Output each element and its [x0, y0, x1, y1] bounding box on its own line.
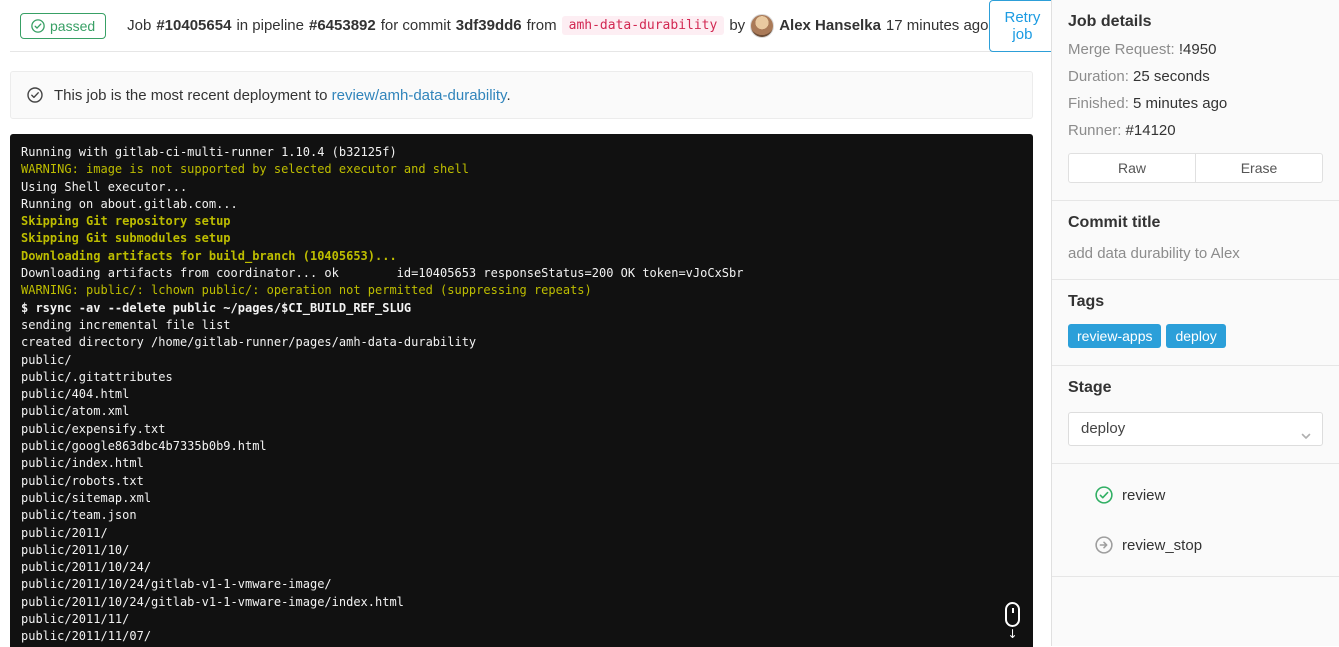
deployment-notice-text: This job is the most recent deployment t… — [54, 86, 511, 104]
status-success-icon — [1095, 486, 1113, 504]
log-line: Skipping Git submodules setup — [21, 231, 231, 246]
log-line: public/2011/10/24/gitlab-v1-1-vmware-ima… — [21, 577, 332, 592]
log-line: public/2011/11/ — [21, 612, 130, 627]
scroll-mouse-icon — [1005, 602, 1020, 627]
status-manual-icon — [1095, 536, 1113, 554]
status-badge[interactable]: passed — [20, 12, 107, 39]
log-line: public/2011/10/24/gitlab-v1-1-vmware-ima… — [21, 594, 404, 609]
stage-job-name: review_stop — [1122, 536, 1203, 554]
log-actions: Raw Erase — [1068, 153, 1323, 183]
log-line: $ rsync -av --delete public ~/pages/$CI_… — [21, 300, 412, 315]
log-line: public/404.html — [21, 387, 130, 402]
in-pipeline-words: in pipeline — [236, 17, 304, 34]
job-log-container: Running with gitlab-ci-multi-runner 1.10… — [10, 134, 1033, 647]
time-ago: 17 minutes ago — [885, 17, 989, 34]
arrow-down-icon: ↓ — [1007, 627, 1018, 641]
job-log: Running with gitlab-ci-multi-runner 1.10… — [10, 134, 1033, 647]
status-badge-label: passed — [50, 17, 96, 34]
log-line: WARNING: image is not supported by selec… — [21, 162, 469, 177]
from-word: from — [526, 17, 557, 34]
stage-dropdown-value: deploy — [1081, 420, 1126, 437]
log-line: public/2011/11/07/ — [21, 629, 152, 644]
job-detail-row: Merge Request: !4950 — [1068, 41, 1217, 58]
job-detail-row: Runner: #14120 — [1068, 122, 1176, 139]
log-line: public/2011/10/ — [21, 542, 130, 557]
commit-title-text: add data durability to Alex — [1068, 245, 1240, 262]
stage-block: Stage deploy — [1052, 366, 1339, 464]
stage-job-review_stop[interactable]: review_stop — [1052, 520, 1339, 570]
log-line: Running on about.gitlab.com... — [21, 196, 238, 211]
stage-job-review[interactable]: review — [1052, 470, 1339, 520]
stage-dropdown[interactable]: deploy — [1068, 412, 1323, 446]
job-details-list: Merge Request: !4950 Duration: 25 seconds… — [1068, 41, 1323, 139]
log-line: public/2011/10/24/ — [21, 560, 152, 575]
log-line: public/expensify.txt — [21, 421, 166, 436]
log-line: public/ — [21, 352, 72, 367]
stage-job-name: review — [1122, 486, 1166, 504]
job-word: Job — [127, 17, 152, 34]
log-line: Downloading artifacts from coordinator..… — [21, 266, 744, 281]
commit-title-heading: Commit title — [1068, 214, 1161, 231]
log-line: WARNING: public/: lchown public/: operat… — [21, 283, 592, 298]
author-link[interactable]: Alex Hanselka — [779, 17, 881, 34]
log-line: Using Shell executor... — [21, 179, 188, 194]
avatar[interactable] — [750, 13, 775, 38]
commit-sha: 3df39dd6 — [455, 17, 522, 34]
log-line: sending incremental file list — [21, 317, 231, 332]
log-line: public/google863dbc4b7335b0b9.html — [21, 439, 267, 454]
erase-button[interactable]: Erase — [1195, 153, 1323, 183]
job-details-sidebar: Job details Merge Request: !4950 Duration… — [1051, 0, 1339, 646]
main-column: passed Job #10405654 in pipeline #645389… — [0, 0, 1057, 647]
log-line: Downloading artifacts for build_branch (… — [21, 248, 397, 263]
log-line: public/atom.xml — [21, 404, 130, 419]
raw-button[interactable]: Raw — [1068, 153, 1196, 183]
tags-heading: Tags — [1068, 293, 1105, 310]
stage-jobs-list: review review_stop — [1052, 464, 1339, 577]
log-line: created directory /home/gitlab-runner/pa… — [21, 335, 477, 350]
sidebar-title: Job details — [1068, 13, 1152, 30]
job-page: passed Job #10405654 in pipeline #645389… — [0, 0, 1339, 647]
pipeline-id: #6453892 — [309, 17, 376, 34]
build-header: passed Job #10405654 in pipeline #645389… — [10, 0, 1057, 52]
deployment-notice: This job is the most recent deployment t… — [10, 71, 1033, 119]
build-header-text: Job #10405654 in pipeline #6453892 for c… — [127, 13, 989, 38]
for-commit-words: for commit — [380, 17, 451, 34]
chevron-down-icon — [1300, 422, 1312, 454]
by-word: by — [729, 17, 746, 34]
tags-block: Tags review-apps deploy — [1052, 280, 1339, 366]
environment-link[interactable]: review/amh-data-durability — [332, 87, 507, 104]
job-id: #10405654 — [156, 17, 232, 34]
log-line: public/index.html — [21, 456, 144, 471]
job-detail-row: Finished: 5 minutes ago — [1068, 95, 1228, 112]
branch-ref-link[interactable]: amh-data-durability — [561, 16, 725, 35]
log-line: Skipping Git repository setup — [21, 214, 231, 229]
tag-badge: review-apps — [1068, 324, 1162, 348]
tags-list: review-apps deploy — [1068, 324, 1323, 348]
tag-badge: deploy — [1166, 324, 1226, 348]
check-circle-icon — [27, 87, 43, 103]
check-circle-icon — [31, 18, 45, 33]
log-line: public/.gitattributes — [21, 369, 173, 384]
job-details-block: Job details Merge Request: !4950 Duration… — [1052, 0, 1339, 201]
stage-heading: Stage — [1068, 379, 1112, 396]
commit-title-block: Commit title add data durability to Alex — [1052, 201, 1339, 280]
retry-job-button[interactable]: Retry job — [988, 0, 1057, 52]
job-detail-row: Duration: 25 seconds — [1068, 68, 1210, 85]
autoscroll-button[interactable]: ↓ — [1005, 602, 1020, 640]
log-line: public/team.json — [21, 508, 137, 523]
log-line: public/2011/ — [21, 525, 108, 540]
log-line: public/sitemap.xml — [21, 490, 152, 505]
log-line: public/robots.txt — [21, 473, 144, 488]
log-line: Running with gitlab-ci-multi-runner 1.10… — [21, 145, 397, 159]
